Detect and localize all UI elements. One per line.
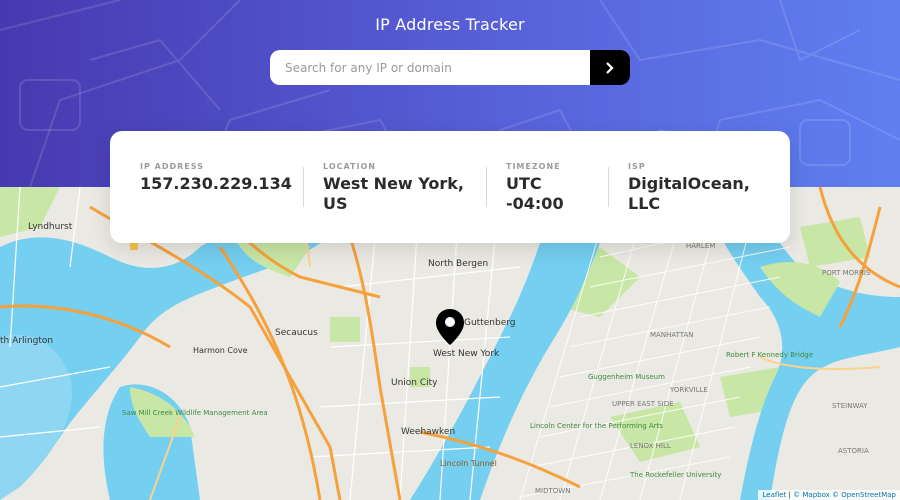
divider bbox=[608, 167, 609, 207]
map-label-port-morris: PORT MORRIS bbox=[822, 269, 871, 277]
map-label-north-arlington: th Arlington bbox=[0, 336, 54, 346]
ip-address-label: IP ADDRESS bbox=[140, 162, 204, 171]
map-label-astoria: ASTORIA bbox=[838, 447, 869, 455]
map-label-secaucus: Secaucus bbox=[275, 328, 318, 338]
map-label-rfk-bridge: Robert F Kennedy Bridge bbox=[726, 351, 814, 359]
map-label-rockefeller: The Rockefeller University bbox=[630, 471, 722, 479]
map-label-weehawken: Weehawken bbox=[401, 427, 456, 437]
divider bbox=[303, 167, 304, 207]
leaflet-link[interactable]: Leaflet bbox=[762, 491, 786, 499]
map-label-harmon-cove: Harmon Cove bbox=[193, 346, 248, 355]
mapbox-link[interactable]: © Mapbox bbox=[793, 491, 830, 499]
map-label-lincoln-center: Lincoln Center for the Performing Arts bbox=[530, 422, 663, 430]
map-label-harlem: HARLEM bbox=[686, 242, 716, 250]
marker-label: West New York bbox=[433, 349, 500, 359]
ip-info-card: IP ADDRESS 157.230.229.134 LOCATION West… bbox=[110, 131, 790, 243]
map-attribution: Leaflet | © Mapbox © OpenStreetMap bbox=[758, 490, 900, 500]
page-title: IP Address Tracker bbox=[375, 15, 525, 34]
map-label-north-bergen: North Bergen bbox=[428, 259, 489, 269]
timezone-label: TIMEZONE bbox=[506, 162, 561, 171]
map-label-lenox-hill: LENOX HILL bbox=[630, 442, 671, 450]
search-input[interactable] bbox=[270, 50, 590, 85]
location-pin-icon[interactable] bbox=[435, 308, 465, 346]
map-label-guttenberg: Guttenberg bbox=[464, 318, 516, 328]
map-label-guggenheim: Guggenheim Museum bbox=[588, 373, 665, 381]
location-value: West New York, US bbox=[323, 174, 464, 213]
timezone-value: UTC -04:00 bbox=[506, 174, 564, 213]
timezone-section: TIMEZONE UTC -04:00 bbox=[506, 162, 586, 214]
ip-address-section: IP ADDRESS 157.230.229.134 bbox=[140, 162, 292, 194]
search-submit-button[interactable] bbox=[590, 50, 630, 85]
divider bbox=[486, 167, 487, 207]
isp-label: ISP bbox=[628, 162, 646, 171]
osm-link[interactable]: © OpenStreetMap bbox=[832, 491, 896, 499]
map-label-lyndhurst: Lyndhurst bbox=[28, 222, 73, 232]
map-label-steinway: STEINWAY bbox=[832, 402, 868, 410]
map-label-manhattan: MANHATTAN bbox=[650, 331, 694, 339]
map-label-lincoln-tunnel: Lincoln Tunnel bbox=[440, 459, 497, 468]
location-section: LOCATION West New York, US bbox=[323, 162, 473, 214]
isp-value: DigitalOcean, LLC bbox=[628, 174, 750, 213]
ip-address-value: 157.230.229.134 bbox=[140, 174, 292, 193]
chevron-right-icon bbox=[606, 61, 614, 74]
map-label-midtown: MIDTOWN bbox=[535, 487, 571, 495]
map-label-union-city: Union City bbox=[391, 378, 438, 388]
search-form bbox=[270, 50, 630, 85]
map-label-upper-east-side: UPPER EAST SIDE bbox=[612, 400, 674, 408]
map-label-mill-creek: Saw Mill Creek Wildlife Management Area bbox=[122, 409, 268, 417]
location-label: LOCATION bbox=[323, 162, 376, 171]
map-label-yorkville: YORKVILLE bbox=[670, 386, 708, 394]
isp-section: ISP DigitalOcean, LLC bbox=[628, 162, 768, 214]
